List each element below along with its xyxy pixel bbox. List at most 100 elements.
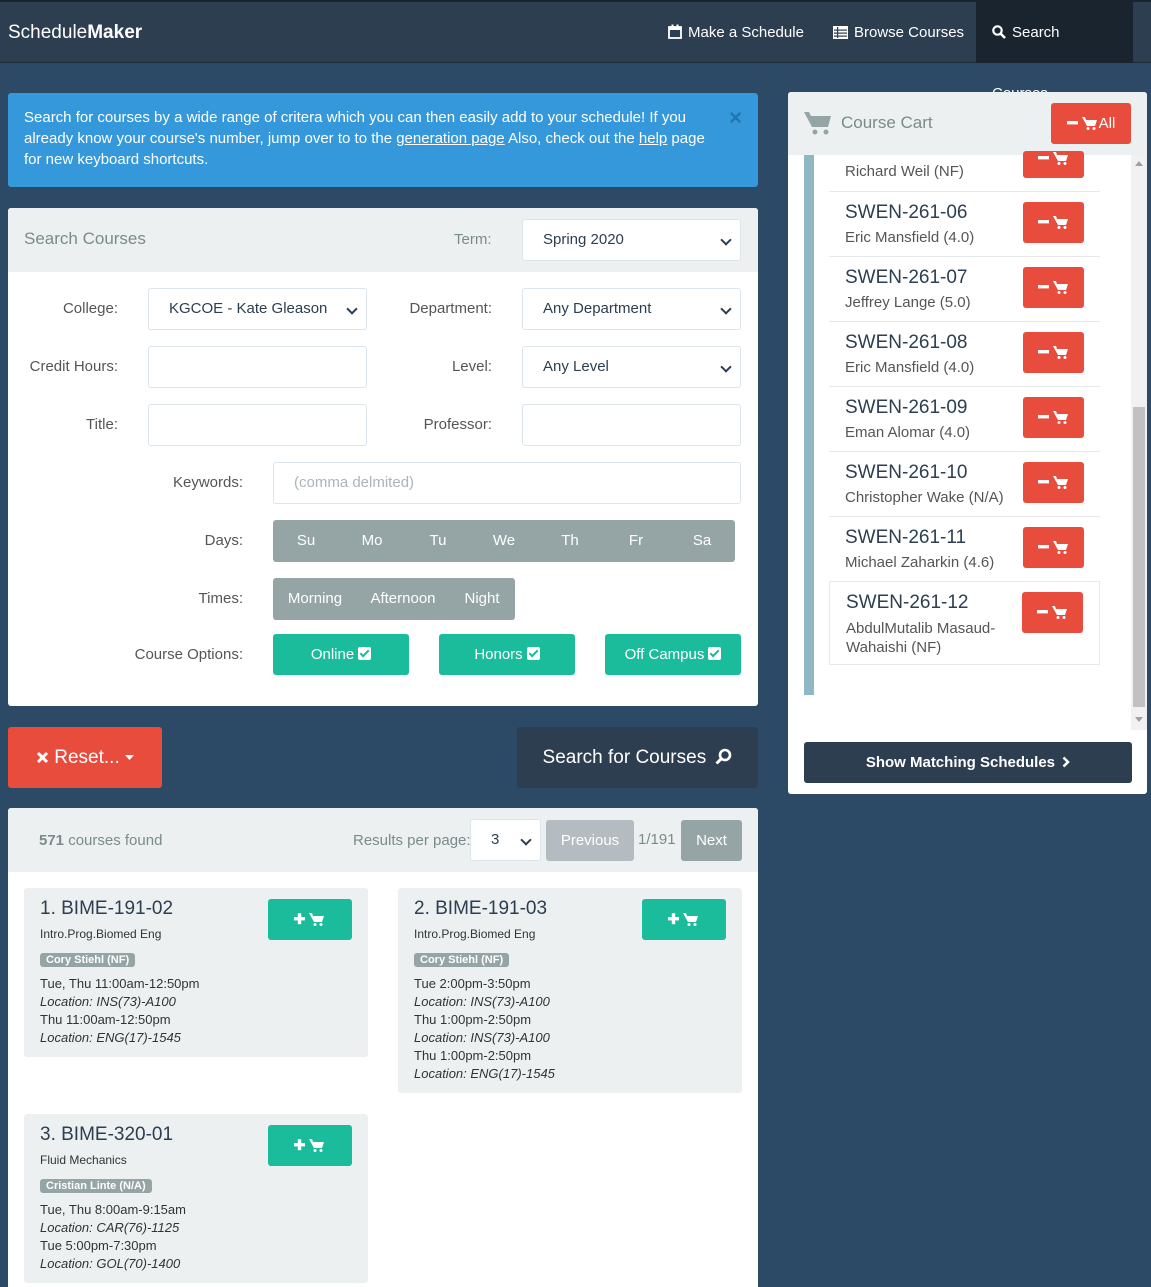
cart-item-professor: Eric Mansfield (4.0) <box>845 359 975 376</box>
day-button-fr[interactable]: Fr <box>603 520 669 562</box>
list-icon <box>833 26 848 39</box>
search-panel-title: Search Courses <box>24 229 146 248</box>
navbar: ScheduleMaker Make a Schedule Browse Cou… <box>0 0 1151 102</box>
add-to-cart-button[interactable] <box>642 899 726 940</box>
results-count: 571 courses found <box>39 832 163 849</box>
cart-item: SWEN-261-06 Eric Mansfield (4.0) <box>829 192 1100 257</box>
remove-from-cart-button[interactable] <box>1023 202 1084 243</box>
title-input[interactable] <box>148 404 367 446</box>
course-name: Intro.Prog.Biomed Eng <box>40 927 162 941</box>
college-label: College: <box>62 300 118 317</box>
course-card: 3. BIME-320-01 Fluid Mechanics Cristian … <box>24 1114 368 1283</box>
option-off-campus-toggle[interactable]: Off Campus <box>605 634 741 675</box>
remove-from-cart-button[interactable] <box>1022 592 1083 633</box>
add-to-cart-button[interactable] <box>268 1125 352 1166</box>
option-online-toggle[interactable]: Online <box>273 634 409 675</box>
minus-cart-icon <box>1037 216 1068 229</box>
professor-badge: Cory Stiehl (NF) <box>414 953 510 967</box>
time-button-afternoon[interactable]: Afternoon <box>357 578 449 620</box>
times-icon <box>36 751 49 764</box>
term-select[interactable]: Spring 2020 <box>522 219 741 261</box>
scroll-up-icon <box>1135 161 1143 166</box>
reset-button[interactable]: Reset... <box>8 727 162 788</box>
checkbox-checked-icon <box>526 647 540 660</box>
brand-logo[interactable]: ScheduleMaker <box>8 22 142 44</box>
calendar-icon <box>668 24 682 39</box>
day-button-th[interactable]: Th <box>537 520 603 562</box>
course-card: 1. BIME-191-02 Intro.Prog.Biomed Eng Cor… <box>24 888 368 1057</box>
day-button-sa[interactable]: Sa <box>669 520 735 562</box>
cart-item: SWEN-261-07 Jeffrey Lange (5.0) <box>829 257 1100 322</box>
checkbox-checked-icon <box>708 647 722 660</box>
close-icon[interactable]: × <box>729 107 742 129</box>
previous-page-button[interactable]: Previous <box>546 820 634 861</box>
day-button-su[interactable]: Su <box>273 520 339 562</box>
chevron-right-icon <box>1062 756 1070 768</box>
day-button-mo[interactable]: Mo <box>339 520 405 562</box>
results-per-page-select[interactable]: 3 <box>470 819 541 861</box>
remove-from-cart-button[interactable] <box>1023 397 1084 438</box>
times-button-group: Morning Afternoon Night <box>273 578 515 620</box>
plus-cart-icon <box>294 1139 324 1152</box>
course-title: 1. BIME-191-02 <box>40 898 174 919</box>
minus-cart-icon <box>1037 541 1068 554</box>
days-label: Days: <box>204 532 243 549</box>
cart-item-professor: Jeffrey Lange (5.0) <box>845 294 971 311</box>
cart-item-professor: Michael Zaharkin (4.6) <box>845 554 995 571</box>
level-label: Level: <box>451 358 492 375</box>
professor-badge: Cristian Linte (N/A) <box>40 1179 152 1193</box>
course-name: Fluid Mechanics <box>40 1153 127 1167</box>
cart-item-course: SWEN-261-09 <box>845 397 968 418</box>
remove-from-cart-button[interactable] <box>1023 151 1084 178</box>
department-label: Department: <box>409 300 492 317</box>
course-cart-title: Course Cart <box>841 113 933 132</box>
title-label: Title: <box>86 416 118 433</box>
minus-cart-icon <box>1037 476 1068 489</box>
credit-hours-input[interactable] <box>148 346 367 388</box>
remove-from-cart-button[interactable] <box>1023 267 1084 308</box>
professor-label: Professor: <box>423 416 492 433</box>
cart-item-course: SWEN-261-12 <box>846 592 969 613</box>
cart-accent-bar <box>804 155 814 695</box>
cart-item-course: SWEN-261-06 <box>845 202 968 223</box>
remove-from-cart-button[interactable] <box>1023 462 1084 503</box>
next-page-button[interactable]: Next <box>681 820 742 861</box>
search-for-courses-button[interactable]: Search for Courses <box>517 727 758 788</box>
keywords-input[interactable]: (comma delmited) <box>273 462 741 504</box>
scroll-down-icon <box>1135 717 1143 722</box>
day-button-we[interactable]: We <box>471 520 537 562</box>
cart-icon <box>804 112 831 135</box>
cart-item-professor: Eric Mansfield (4.0) <box>845 229 975 246</box>
search-panel: Search Courses Term: <box>8 208 758 706</box>
time-button-night[interactable]: Night <box>449 578 515 620</box>
professor-input[interactable] <box>522 404 741 446</box>
level-select[interactable]: Any Level <box>522 346 741 388</box>
remove-from-cart-button[interactable] <box>1023 527 1084 568</box>
cart-item-professor: Eman Alomar (4.0) <box>845 424 971 441</box>
cart-item-professor: Richard Weil (NF) <box>845 163 964 180</box>
option-honors-toggle[interactable]: Honors <box>439 634 575 675</box>
nav-browse-courses[interactable]: Browse Courses <box>817 2 980 63</box>
cart-item-course: SWEN-261-08 <box>845 332 968 353</box>
department-select[interactable]: Any Department <box>522 288 741 330</box>
cart-scrollbar[interactable] <box>1131 155 1147 730</box>
cart-item-professor: Christopher Wake (N/A) <box>845 489 1004 506</box>
course-title: 2. BIME-191-03 <box>414 898 548 919</box>
nav-search-courses[interactable]: Search Courses <box>976 2 1133 102</box>
days-button-group: Su Mo Tu We Th Fr Sa <box>273 520 735 562</box>
scrollbar-thumb[interactable] <box>1133 407 1145 707</box>
college-select[interactable]: KGCOE - Kate Gleason <box>148 288 367 330</box>
cart-item-professor: AbdulMutalib Masaud-Wahaishi (NF) <box>846 620 996 656</box>
course-options-label: Course Options: <box>134 646 243 663</box>
remove-from-cart-button[interactable] <box>1023 332 1084 373</box>
nav-make-schedule[interactable]: Make a Schedule <box>652 2 820 63</box>
cart-item: SWEN-261-10 Christopher Wake (N/A) <box>829 452 1100 517</box>
help-link[interactable]: help <box>639 130 667 147</box>
generation-page-link[interactable]: generation page <box>396 130 504 147</box>
show-matching-schedules-button[interactable]: Show Matching Schedules <box>804 742 1132 783</box>
time-button-morning[interactable]: Morning <box>273 578 357 620</box>
day-button-tu[interactable]: Tu <box>405 520 471 562</box>
minus-cart-icon <box>1036 606 1067 619</box>
remove-all-button[interactable]: All <box>1051 103 1131 144</box>
add-to-cart-button[interactable] <box>268 899 352 940</box>
